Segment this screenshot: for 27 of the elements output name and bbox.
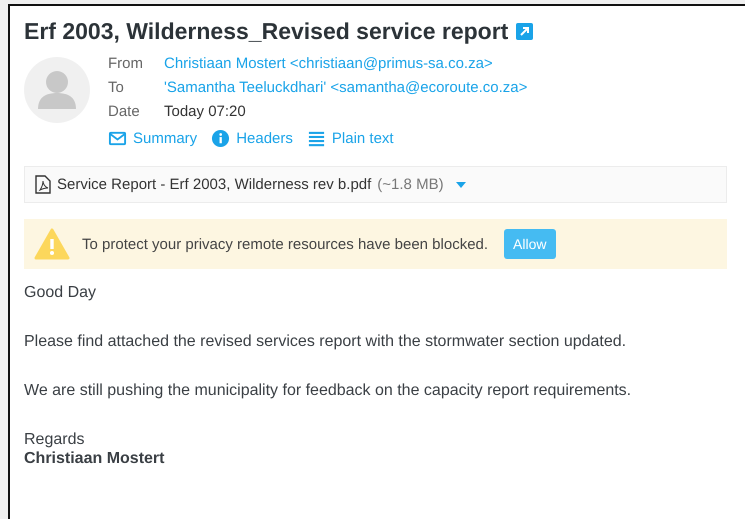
caret-icon[interactable] (456, 182, 466, 188)
attachment-size: (~1.8 MB) (377, 176, 444, 193)
message-paragraph: Good Day (24, 283, 98, 302)
view-link[interactable]: Plain text (332, 130, 394, 147)
warning-icon (34, 228, 70, 260)
envelope-icon (108, 129, 127, 148)
attachment-name[interactable]: Service Report - Erf 2003, Wilderness rev b.pdf (57, 176, 372, 193)
header-value: Today 07:20 (164, 103, 247, 120)
avatar-icon (24, 57, 90, 123)
email-subject: Erf 2003, Wilderness_Revised service report (24, 18, 508, 45)
contact-link[interactable]: Christiaan Mostert <christiaan@primus-sa.co.za> (164, 55, 528, 72)
contact-link[interactable]: 'Samantha Teeluckdhari' <samantha@ecoroute.co.za> (164, 79, 528, 96)
header-label: To (108, 79, 125, 96)
info-icon (211, 129, 230, 148)
external-link-icon[interactable] (516, 23, 534, 40)
message-paragraph: Please find attached the revised services report with the stormwater section updated. (24, 332, 628, 351)
header-label: Date (108, 103, 141, 120)
view-link[interactable]: Summary (133, 130, 198, 147)
allow-button[interactable]: Allow (504, 229, 556, 259)
lines-icon (306, 129, 326, 148)
notice-text: To protect your privacy remote resources have been blocked. (82, 236, 488, 252)
view-link[interactable]: Headers (236, 130, 293, 147)
signature-name: Christiaan Mostert (24, 449, 166, 468)
header-label: From (108, 55, 144, 72)
closing-text: Regards (24, 430, 86, 449)
pdf-file-icon (35, 175, 51, 194)
message-paragraph: We are still pushing the municipality for feedback on the capacity report requirements. (24, 381, 632, 400)
